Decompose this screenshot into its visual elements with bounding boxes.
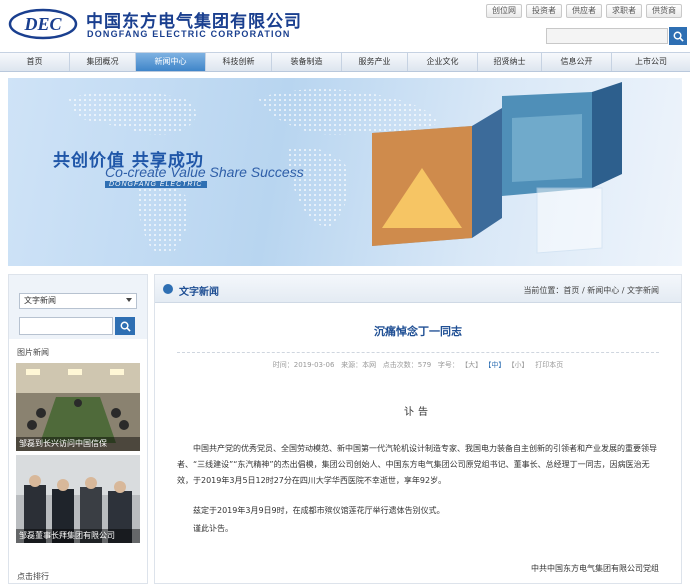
chevron-down-icon: [126, 298, 132, 302]
sidebar-search-input[interactable]: [19, 317, 113, 335]
site-header: DEC 中国东方电气集团有限公司 DONGFANG ELECTRIC CORPO…: [0, 0, 690, 50]
nav-item-home[interactable]: 首页: [0, 53, 70, 71]
logo-text: DEC: [23, 14, 62, 34]
top-link[interactable]: 创位网: [486, 4, 522, 18]
notice-heading: 讣告: [404, 407, 432, 418]
top-links: 创位网 投资者 供应者 求职者 供货商: [486, 4, 682, 18]
nav-item-tech[interactable]: 科技创新: [206, 53, 272, 71]
banner-slogan-en: Co-create Value Share Success: [105, 164, 304, 180]
main-nav: 首页 集团概况 新闻中心 科技创新 装备制造 服务产业 企业文化 招贤纳士 信息…: [0, 52, 690, 72]
photo-caption: 邹磊到长兴访问中国信保: [16, 437, 140, 451]
photo-news-item[interactable]: 邹磊到长兴访问中国信保: [16, 363, 140, 451]
search-icon: [673, 31, 684, 42]
article-panel-header: 文字新闻 当前位置：首页 / 新闻中心 / 文字新闻: [155, 275, 681, 303]
factory-cube-graphic: [372, 82, 622, 254]
photo-news-item[interactable]: 邹磊董事长拜集团有限公司: [16, 455, 140, 543]
article-panel: 文字新闻 当前位置：首页 / 新闻中心 / 文字新闻 沉痛悼念丁一同志 时间：2…: [154, 274, 682, 584]
dec-logo[interactable]: DEC: [8, 8, 78, 40]
nav-item-overview[interactable]: 集团概况: [70, 53, 136, 71]
meta-views: 点击次数：579: [382, 361, 432, 369]
font-size-small-link[interactable]: 【小】: [508, 361, 529, 369]
top-search-input[interactable]: [546, 28, 668, 44]
top-search: [546, 27, 687, 45]
nav-item-listed[interactable]: 上市公司: [612, 53, 690, 71]
company-name-en: DONGFANG ELECTRIC CORPORATION: [87, 29, 291, 39]
nav-item-disclosure[interactable]: 信息公开: [542, 53, 612, 71]
font-size-mid-link[interactable]: 【中】: [484, 361, 505, 369]
title-divider: [177, 352, 659, 353]
sidebar: 文字新闻 图片新闻 邹磊到长兴访问中国信保 邹磊董事长拜集团有限公司 点击排行: [8, 274, 148, 584]
hero-banner: 共创价值 共享成功 Co-create Value Share Success …: [8, 78, 682, 266]
font-size-large-link[interactable]: 【大】: [461, 361, 482, 369]
nav-item-service[interactable]: 服务产业: [342, 53, 408, 71]
nav-item-equipment[interactable]: 装备制造: [272, 53, 342, 71]
article-meta: 时间：2019-03-06 来源：本网 点击次数：579 字号： 【大】 【中】…: [155, 360, 681, 370]
article-paragraph: 谨此讣告。: [193, 524, 233, 533]
top-link[interactable]: 求职者: [606, 4, 642, 18]
section-title: 文字新闻: [179, 287, 219, 298]
meta-time: 时间：2019-03-06: [272, 361, 335, 369]
article-title: 沉痛悼念丁一同志: [374, 325, 462, 338]
top-link[interactable]: 供货商: [646, 4, 682, 18]
search-icon: [120, 321, 131, 332]
print-link[interactable]: 打印本页: [535, 361, 563, 369]
sidebar-search: 文字新闻: [9, 275, 147, 339]
top-link[interactable]: 投资者: [526, 4, 562, 18]
banner-tag: DONGFANG ELECTRIC: [105, 181, 207, 188]
click-ranking-title: 点击排行: [17, 572, 49, 581]
article-paragraph: 兹定于2019年3月9日9时，在成都市殡仪馆莲花厅举行遗体告别仪式。: [193, 506, 445, 515]
section-bullet-icon: [163, 284, 173, 294]
meta-font-label: 字号：: [437, 361, 459, 369]
nav-item-news[interactable]: 新闻中心: [136, 53, 206, 71]
photo-news-title: 图片新闻: [17, 348, 49, 357]
top-link[interactable]: 供应者: [566, 4, 602, 18]
breadcrumb[interactable]: 当前位置：首页 / 新闻中心 / 文字新闻: [523, 285, 659, 296]
article-signature: 中共中国东方电气集团有限公司党组: [531, 564, 659, 573]
nav-item-culture[interactable]: 企业文化: [408, 53, 478, 71]
sidebar-search-button[interactable]: [115, 317, 135, 335]
photo-caption: 邹磊董事长拜集团有限公司: [16, 529, 140, 543]
top-search-button[interactable]: [669, 27, 687, 45]
nav-item-careers[interactable]: 招贤纳士: [478, 53, 542, 71]
category-select[interactable]: 文字新闻: [19, 293, 137, 309]
meta-source: 来源：本网: [341, 361, 377, 369]
article-paragraph: 中国共产党的优秀党员、全国劳动模范、新中国第一代汽轮机设计制造专家、我国电力装备…: [177, 444, 657, 485]
category-select-value: 文字新闻: [24, 296, 56, 305]
